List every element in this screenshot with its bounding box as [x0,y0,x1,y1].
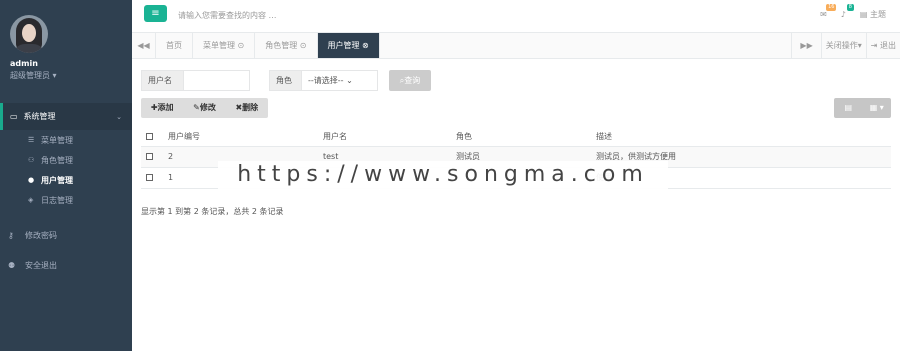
search-input[interactable]: 请输入您需要查找的内容 … [178,10,277,21]
logout-icon: ⇥ [870,41,878,50]
main-content: 用户名 角色 --请选择-- ⌄ ⌕查询 ✚添加 ✎修改 ✖删除 ▤ ▦ ▾ 用… [132,59,900,351]
avatar[interactable] [10,15,48,53]
role-select-value: --请选择-- [308,76,344,85]
tab-scroll-right-button[interactable]: ▶▶ [791,33,820,58]
profile-role-dropdown[interactable]: 超级管理员 ▾ [10,70,132,81]
user-logout-icon: ⚉ [8,260,16,270]
theme-button[interactable]: ▤ 主题 [860,9,886,20]
tab-scroll-left-button[interactable]: ◀◀ [132,33,156,58]
username-input[interactable] [183,70,250,91]
sidebar: admin 超级管理员 ▾ ▭ 系统管理 ⌄ ☰ 菜单管理 ⚇ 角色管理 ● 用… [0,0,132,351]
row-checkbox[interactable] [146,174,153,181]
tag-icon: ◈ [28,196,34,204]
list-view-icon[interactable]: ▤ [834,98,863,118]
top-navbar: ≡ 请输入您需要查找的内容 … ✉ 16 ♪ 8 ▤ 主题 [132,0,900,33]
mail-icon[interactable]: ✉ 16 [820,4,837,19]
chevron-down-icon: ⌄ [116,112,122,121]
tab-menu-manage[interactable]: 菜单管理 ⊙ [193,33,256,58]
col-role[interactable]: 角色 [451,128,591,147]
key-icon: ⚷ [8,230,14,240]
columns-icon[interactable]: ▦ ▾ [863,98,892,118]
col-description[interactable]: 描述 [591,128,891,147]
users-icon: ⚇ [28,156,35,164]
sidebar-item-logout[interactable]: ⚉ 安全退出 [0,250,132,280]
view-toggle: ▤ ▦ ▾ [834,98,891,118]
menu-toggle-button[interactable]: ≡ [144,5,167,22]
sidebar-item-role-manage[interactable]: ⚇ 角色管理 [0,150,132,170]
nav-section-label: 系统管理 [23,112,56,121]
col-username[interactable]: 用户名 [318,128,451,147]
role-select[interactable]: --请选择-- ⌄ [301,70,378,91]
user-icon: ● [28,176,35,184]
sidebar-item-label: 日志管理 [41,195,73,205]
sidebar-item-menu-manage[interactable]: ☰ 菜单管理 [0,130,132,150]
monitor-icon: ▭ [10,112,18,121]
tabs: 首页 菜单管理 ⊙ 角色管理 ⊙ 用户管理 ⊗ [156,33,380,58]
close-ops-dropdown[interactable]: 关闭操作▾ [820,33,866,58]
tab-home[interactable]: 首页 [156,33,193,58]
sliders-icon: ☰ [28,136,35,144]
sidebar-item-label: 角色管理 [41,155,73,165]
tab-actions: ▶▶ 关闭操作▾ ⇥ 退出 [791,33,900,58]
tab-user-manage[interactable]: 用户管理 ⊗ [317,33,380,58]
col-user-id[interactable]: 用户编号 [163,128,318,147]
action-toolbar: ✚添加 ✎修改 ✖删除 [141,98,268,118]
username-label: 用户名 [141,70,184,91]
sidebar-item-label: 菜单管理 [41,135,73,145]
nav-section-system[interactable]: ▭ 系统管理 ⌄ [0,103,132,130]
tab-bar: ◀◀ 首页 菜单管理 ⊙ 角色管理 ⊙ 用户管理 ⊗ ▶▶ 关闭操作▾ ⇥ 退出 [132,33,900,59]
watermark: https://www.songma.com [218,161,668,189]
tab-logout-button[interactable]: ⇥ 退出 [865,33,900,58]
bell-badge: 8 [846,4,854,11]
top-icons: ✉ 16 ♪ 8 ▤ 主题 [806,4,886,20]
bell-icon[interactable]: ♪ 8 [841,4,854,19]
table-header-row: 用户编号 用户名 角色 描述 [141,128,891,147]
chevron-down-icon: ⌄ [346,76,353,85]
mail-badge: 16 [826,4,837,11]
edit-button[interactable]: ✎修改 [183,98,225,118]
pagination-info: 显示第 1 到第 2 条记录，总共 2 条记录 [141,207,284,216]
sidebar-item-label: 修改密码 [25,230,57,240]
tab-role-manage[interactable]: 角色管理 ⊙ [255,33,318,58]
sidebar-item-log-manage[interactable]: ◈ 日志管理 [0,190,132,210]
profile: admin 超级管理员 ▾ [0,0,132,95]
delete-button[interactable]: ✖删除 [226,98,268,118]
select-all-checkbox[interactable] [146,133,153,141]
theme-icon: ▤ [859,10,868,19]
role-label: 角色 [269,70,302,91]
search-button[interactable]: ⌕查询 [389,70,431,91]
add-button[interactable]: ✚添加 [141,98,183,118]
sidebar-item-change-password[interactable]: ⚷ 修改密码 [0,220,132,250]
logout-label: 退出 [880,41,896,50]
theme-label: 主题 [870,10,886,19]
search-button-label: 查询 [404,76,421,85]
row-checkbox[interactable] [146,153,153,160]
profile-name: admin [10,59,38,68]
sidebar-item-label: 安全退出 [25,260,57,270]
sidebar-item-user-manage[interactable]: ● 用户管理 [0,170,132,190]
sidebar-item-label: 用户管理 [41,175,73,185]
